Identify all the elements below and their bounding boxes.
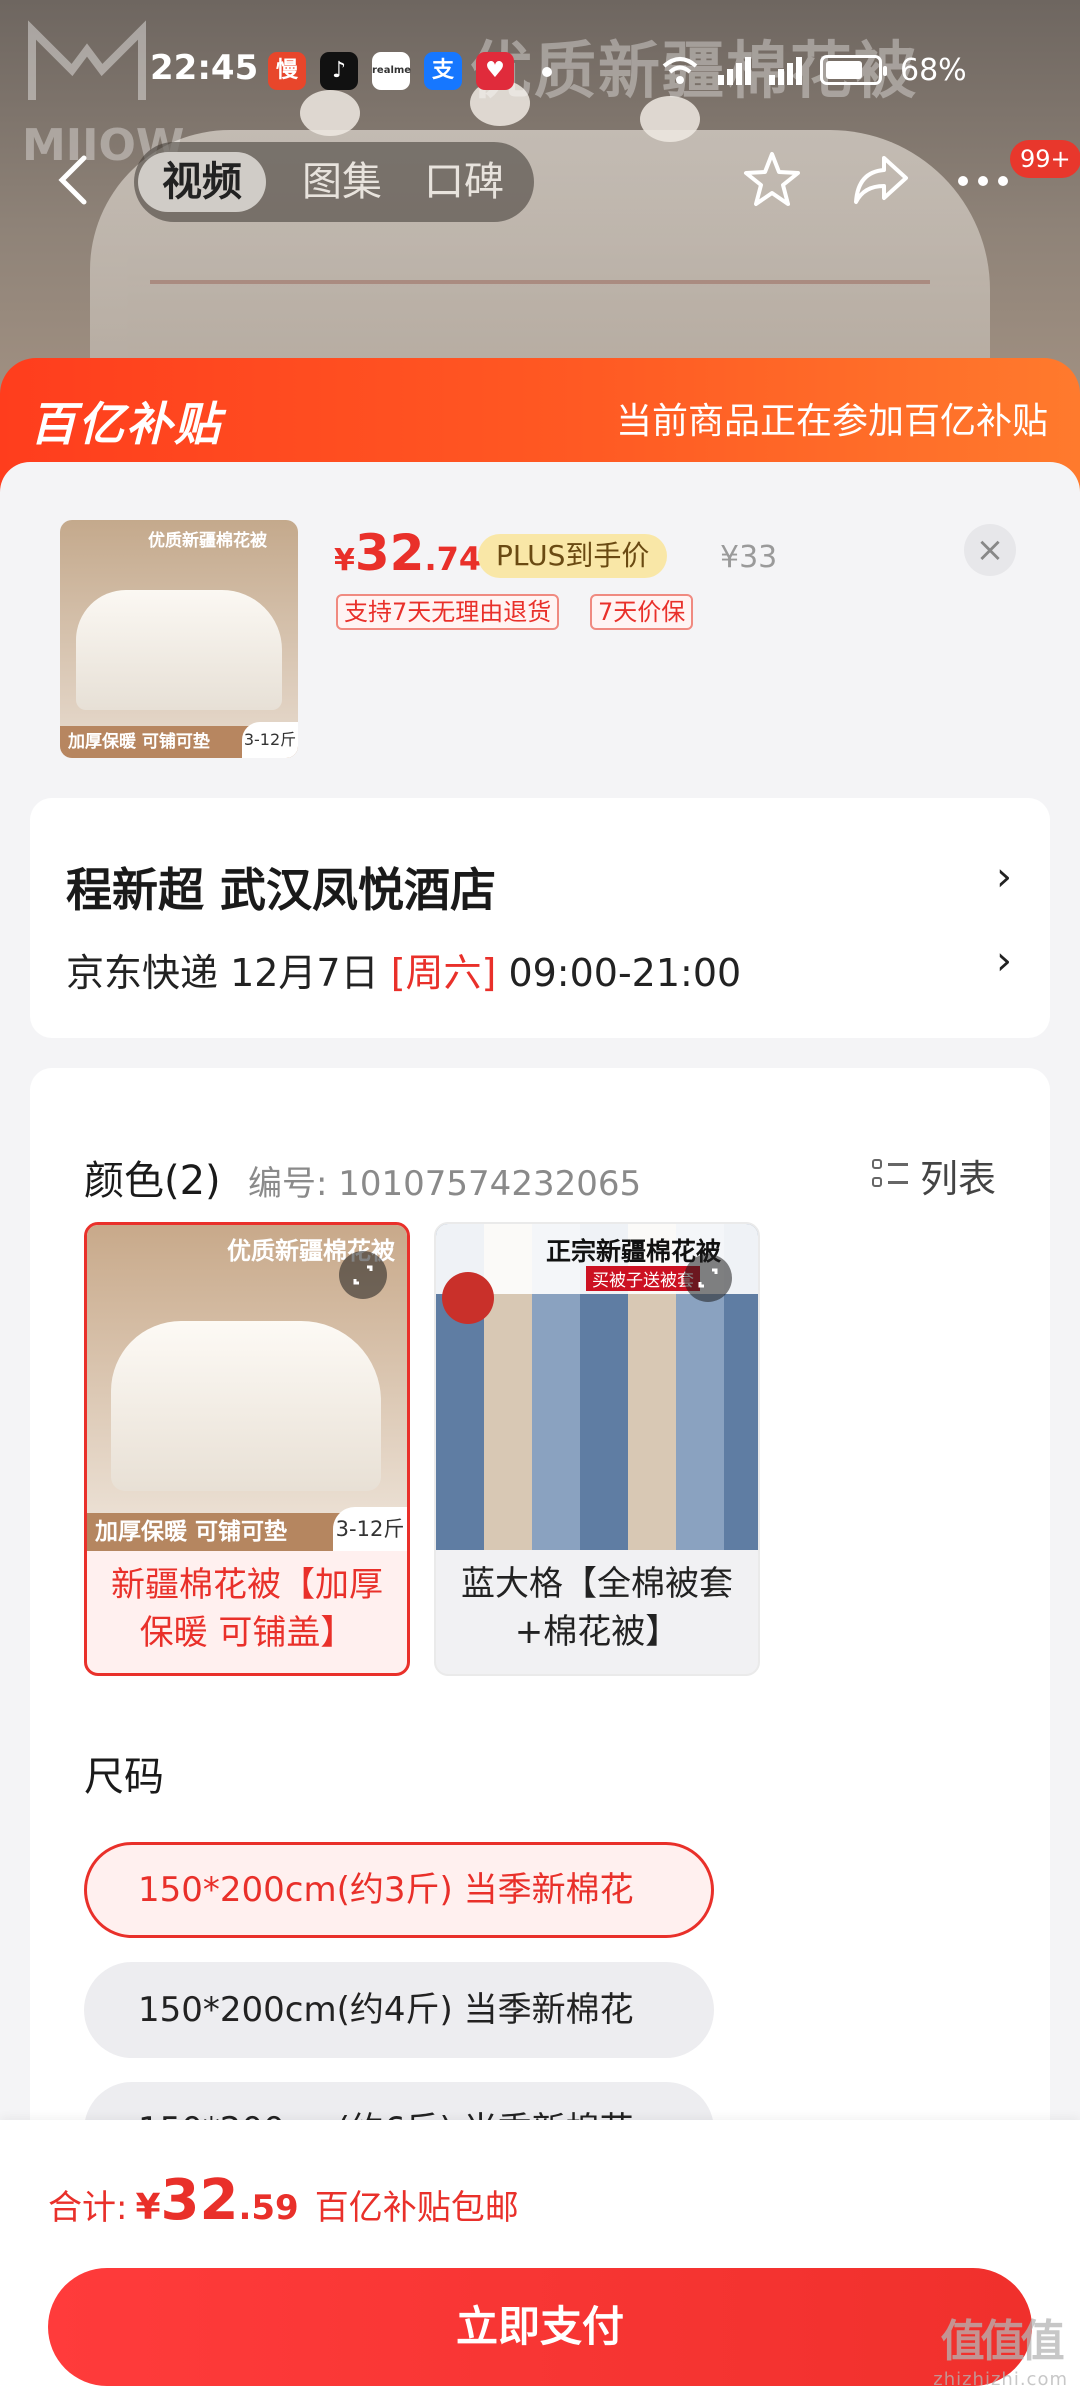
price-decimal: .74 [424,540,482,578]
expand-image-button[interactable] [339,1251,387,1299]
list-icon [871,1157,908,1193]
chevron-right-icon[interactable]: › [996,854,1012,900]
close-button[interactable]: × [964,524,1016,576]
status-right: 68% [660,48,967,92]
chevron-right-icon[interactable]: › [996,938,1012,984]
quilt-image [111,1321,381,1491]
pay-now-button[interactable]: 立即支付 [48,2268,1032,2386]
subsidy-note: 当前商品正在参加百亿补贴 [615,401,1048,442]
address-card: 程新超 武汉凤悦酒店 › 京东快递 12月7日 [周六] 09:00-21:00… [30,798,1050,1038]
app-icon-man: 慢 [268,52,306,90]
color-option-image: 优质新疆棉花被 加厚保暖 可铺可垫 3-12斤 [87,1225,407,1551]
site-watermark: 值值值 zhizhizhi.com [933,2305,1068,2390]
shipping-note: 百亿补贴包邮 [314,2188,519,2228]
size-option-4jin[interactable]: 150*200cm(约4斤) 当季新棉花 [84,1962,714,2058]
status-time: 22:45 [150,48,259,88]
share-button[interactable] [848,148,912,212]
color-option-label: 新疆棉花被【加厚保暖 可铺盖】 [111,1565,383,1653]
size-option-3jin[interactable]: 150*200cm(约3斤) 当季新棉花 [84,1842,714,1938]
tab-reviews[interactable]: 口碑 [400,152,528,212]
option-img-tag: 3-12斤 [333,1507,407,1551]
signal-5g-icon-2 [769,55,802,85]
app-icon-douyin: ♪ [320,52,358,90]
list-view-toggle[interactable]: 列表 [871,1150,996,1201]
dot-icon [978,176,988,186]
delivery-weekday: [周六] [390,951,497,995]
product-thumbnail[interactable]: 优质新疆棉花被 加厚保暖 可铺可垫 3-12斤 [60,520,298,758]
option-img-subtitle: 买被子送被套 [586,1266,700,1291]
color-title: 颜色(2) [84,1158,221,1204]
sku-card: 颜色(2) 编号: 10107574232065 列表 优质新疆棉花被 加厚保暖… [30,1068,1050,2268]
expand-icon [353,1265,373,1285]
price-protect-tag: 7天价保 [590,594,694,630]
thumb-weight-tag: 3-12斤 [242,722,298,758]
delivery-info[interactable]: 京东快递 12月7日 [周六] 09:00-21:00 [66,942,741,997]
color-option-image: 正宗新疆棉花被 买被子送被套 [436,1224,758,1550]
dot-icon [998,176,1008,186]
price: ¥ 32 .74 [334,524,481,584]
signal-5g-icon [718,55,751,85]
more-button[interactable] [958,176,1008,186]
favorite-button[interactable] [740,148,804,212]
dot-icon [958,176,968,186]
status-bar: 22:45 慢 ♪ realme 支 ♥ 68% [0,40,1080,100]
expand-icon [698,1268,718,1288]
back-button[interactable] [50,150,94,210]
total-integer: 32 [160,2168,239,2233]
subsidy-logo: 百亿补贴 [30,397,222,451]
checkout-bar: 合计: ¥ 32 .59 百亿补贴包邮 立即支付 值值值 zhizhizhi.c… [0,2120,1080,2400]
app-icon-alipay: 支 [424,52,462,90]
list-toggle-label: 列表 [919,1156,996,1201]
tab-gallery[interactable]: 图集 [278,152,406,212]
message-count-badge: 99+ [1010,140,1080,178]
delivery-window: 09:00-21:00 [496,951,742,995]
battery-percent: 68% [900,52,967,88]
total-label: 合计: [48,2188,128,2228]
size-title: 尺码 [84,1754,164,1800]
media-tab-bar: 视频 图集 口碑 [134,142,534,222]
battery-icon [820,55,887,85]
color-option-blue-check[interactable]: 正宗新疆棉花被 买被子送被套 蓝大格【全棉被套+棉花被】 [434,1222,760,1676]
watermark-text: 值值值 [940,2316,1065,2367]
recipient-address[interactable]: 程新超 武汉凤悦酒店 [66,854,496,920]
quilt-image [76,590,282,710]
return-policy-tag: 支持7天无理由退货 [336,594,560,630]
total-symbol: ¥ [135,2187,161,2228]
total-price: 合计: ¥ 32 .59 百亿补贴包邮 [48,2168,519,2233]
app-icon-realme: realme [372,52,411,90]
antibacterial-badge-icon [442,1272,494,1324]
share-icon [854,156,908,204]
notification-dot-icon [542,67,552,77]
app-icon-heart: ♥ [476,52,514,90]
price-integer: 32 [354,524,425,582]
plus-price-badge: PLUS到手价 [478,534,668,578]
purchase-sheet: 优质新疆棉花被 加厚保暖 可铺可垫 3-12斤 ¥ 32 .74 PLUS到手价… [0,462,1080,2400]
color-option-label: 蓝大格【全棉被套+棉花被】 [461,1564,733,1652]
total-decimal: .59 [238,2188,299,2228]
original-price: ¥33 [720,540,778,575]
sku-code: 编号: 10107574232065 [248,1164,642,1204]
delivery-date: 京东快递 12月7日 [66,951,391,995]
watermark-url: zhizhizhi.com [933,2369,1068,2390]
chevron-left-icon [58,155,87,205]
thumb-title: 优质新疆棉花被 [148,531,267,551]
wifi-icon [662,57,698,84]
tab-video[interactable]: 视频 [138,152,266,212]
star-icon [744,152,800,206]
price-symbol: ¥ [334,543,355,578]
expand-image-button[interactable] [684,1254,732,1302]
color-option-cotton[interactable]: 优质新疆棉花被 加厚保暖 可铺可垫 3-12斤 新疆棉花被【加厚保暖 可铺盖】 [84,1222,410,1676]
